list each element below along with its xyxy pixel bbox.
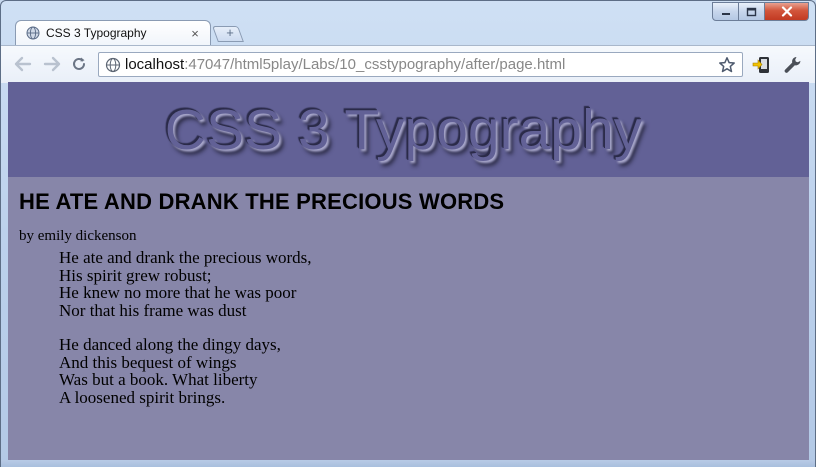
poem-line: His spirit grew robust; bbox=[59, 265, 212, 285]
banner-title: CSS 3 Typography bbox=[164, 97, 643, 162]
page-banner: CSS 3 Typography bbox=[8, 82, 809, 177]
url-host: localhost bbox=[125, 56, 185, 73]
stanza-2: He danced along the dingy days, And this… bbox=[59, 336, 809, 406]
url-text[interactable]: localhost:47047/html5play/Labs/10_csstyp… bbox=[125, 56, 716, 73]
tab-css3-typography[interactable]: CSS 3 Typography × bbox=[15, 20, 211, 45]
tab-strip: CSS 3 Typography × + bbox=[1, 1, 815, 45]
maximize-icon bbox=[746, 7, 757, 16]
reload-button[interactable] bbox=[69, 54, 89, 74]
poem-line: Was but a book. What liberty bbox=[59, 370, 258, 389]
minimize-button[interactable] bbox=[712, 2, 739, 21]
address-bar[interactable]: localhost:47047/html5play/Labs/10_csstyp… bbox=[98, 52, 743, 77]
star-icon bbox=[719, 56, 735, 72]
extension-icon[interactable] bbox=[751, 54, 773, 76]
reload-icon bbox=[73, 57, 85, 70]
window-controls bbox=[712, 2, 809, 22]
close-tab-icon[interactable]: × bbox=[186, 24, 204, 42]
wrench-icon[interactable] bbox=[782, 54, 804, 76]
page-globe-icon bbox=[105, 57, 121, 72]
poem-title: HE ATE AND DRANK THE PRECIOUS WORDS bbox=[19, 189, 505, 214]
minimize-icon bbox=[721, 12, 730, 15]
poem-author: by emily dickenson bbox=[19, 228, 137, 244]
plus-icon: + bbox=[226, 25, 234, 40]
browser-window: CSS 3 Typography × + localhost:47047/htm… bbox=[0, 0, 816, 467]
poem-line: He danced along the dingy days, bbox=[59, 335, 281, 354]
poem-line: He ate and drank the precious words, bbox=[59, 248, 312, 267]
tab-title: CSS 3 Typography bbox=[46, 26, 147, 40]
poem-line: And this bequest of wings bbox=[59, 352, 237, 372]
bookmark-star-button[interactable] bbox=[716, 54, 738, 76]
forward-arrow-icon bbox=[43, 56, 61, 72]
poem-line: A loosened spirit brings. bbox=[59, 387, 226, 407]
forward-button[interactable] bbox=[42, 54, 62, 74]
back-arrow-icon bbox=[14, 56, 32, 72]
back-button[interactable] bbox=[13, 54, 33, 74]
globe-icon bbox=[26, 26, 40, 40]
stanza-1: He ate and drank the precious words, His… bbox=[59, 249, 809, 319]
window-bottom-frame bbox=[1, 460, 815, 467]
close-window-button[interactable] bbox=[765, 2, 809, 21]
poem-line: Nor that his frame was dust bbox=[59, 300, 247, 320]
poem-line: He knew no more that he was poor bbox=[59, 283, 297, 302]
maximize-button[interactable] bbox=[739, 2, 765, 21]
url-path: :47047/html5play/Labs/10_csstypography/a… bbox=[184, 56, 566, 73]
browser-toolbar: localhost:47047/html5play/Labs/10_csstyp… bbox=[1, 45, 815, 83]
page-viewport: CSS 3 Typography HE ATE AND DRANK THE PR… bbox=[8, 82, 809, 460]
close-icon bbox=[781, 6, 792, 17]
